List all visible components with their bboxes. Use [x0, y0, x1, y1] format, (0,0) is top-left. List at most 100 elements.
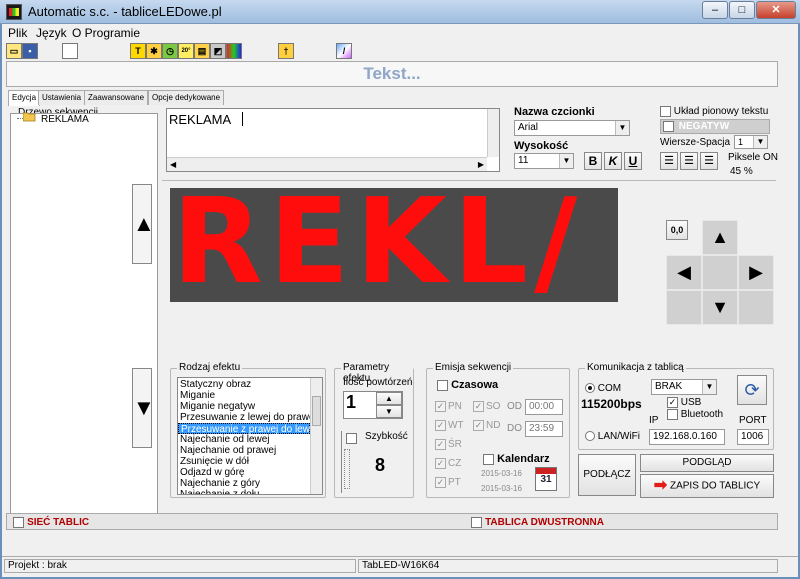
effect-list-item[interactable]: Miganie — [178, 390, 310, 401]
calendar-option[interactable]: Kalendarz — [483, 453, 550, 465]
timed-checkbox[interactable] — [437, 379, 448, 391]
day-checkbox[interactable]: ✓ — [435, 439, 446, 450]
from-time-input[interactable]: 00:00 — [525, 399, 563, 415]
move-left-button[interactable]: ◀ — [666, 255, 702, 290]
blank-icon[interactable] — [62, 43, 78, 59]
day-option[interactable]: ✓ PT — [435, 477, 461, 488]
day-option[interactable]: ✓ WT — [435, 420, 464, 431]
speed-track[interactable] — [344, 449, 350, 489]
editor-scrollbar-h[interactable]: ◀ ▶ — [167, 157, 487, 171]
editor-text[interactable]: REKLAMA — [169, 112, 231, 127]
effect-icon[interactable]: ✱ — [146, 43, 162, 59]
timed-option[interactable]: Czasowa — [437, 379, 498, 391]
color-icon[interactable] — [226, 43, 242, 59]
day-checkbox[interactable]: ✓ — [435, 458, 446, 469]
to-time-input[interactable]: 23:59 — [525, 421, 563, 437]
day-option[interactable]: ✓ CZ — [435, 458, 461, 469]
double-sided-option[interactable]: TABLICA DWUSTRONNA — [471, 516, 604, 528]
bluetooth-option[interactable]: Bluetooth — [667, 409, 723, 420]
usb-checkbox[interactable]: ✓ — [667, 397, 678, 408]
day-checkbox[interactable]: ✓ — [435, 477, 446, 488]
port-input[interactable]: 1006 — [737, 429, 769, 445]
effect-list-item[interactable]: Przesuwanie z prawej do lewej — [178, 423, 318, 435]
origin-button[interactable]: 0,0 — [666, 220, 688, 240]
network-option[interactable]: SIEĆ TABLIC — [13, 516, 89, 528]
connect-button[interactable]: PODŁĄCZ — [578, 454, 636, 496]
chevron-down-icon[interactable]: ▼ — [702, 380, 716, 394]
speed-slider[interactable] — [341, 431, 357, 493]
scroll-thumb[interactable] — [312, 396, 321, 426]
move-down-button[interactable]: ▼ — [702, 290, 738, 325]
effect-list[interactable]: Statyczny obraz Miganie Miganie negatyw Prz… — [177, 377, 323, 495]
effect-list-item[interactable]: Najechanie z góry — [178, 478, 310, 489]
move-right-button[interactable]: ▶ — [738, 255, 774, 290]
calendar-icon[interactable]: 31 — [535, 467, 557, 491]
tab-ustawienia[interactable]: Ustawienia — [38, 90, 86, 105]
day-checkbox[interactable]: ✓ — [473, 420, 484, 431]
chevron-down-icon[interactable]: ▼ — [753, 136, 767, 148]
effect-list-scrollbar[interactable] — [310, 378, 322, 494]
effect-list-item[interactable]: Statyczny obraz — [178, 379, 310, 390]
save-icon[interactable]: ▪ — [22, 43, 38, 59]
menu-plik[interactable]: Plik — [8, 26, 27, 40]
day-option[interactable]: ✓ PN — [435, 401, 462, 412]
day-option[interactable]: ✓ ŚR — [435, 439, 462, 450]
preview-button[interactable]: PODGLĄD — [640, 454, 774, 472]
com-option[interactable]: COM — [585, 383, 621, 394]
font-name-select[interactable]: Arial ▼ — [514, 120, 630, 136]
chevron-down-icon[interactable]: ▼ — [559, 154, 573, 168]
sequence-tree[interactable]: REKLAMA — [10, 112, 158, 525]
calendar-checkbox[interactable] — [483, 453, 494, 465]
sequence-down-button[interactable]: ▼ — [132, 368, 155, 448]
scroll-left-icon[interactable]: ◀ — [170, 160, 176, 169]
effect-list-item[interactable]: Odjazd w górę — [178, 467, 310, 478]
repeat-up-button[interactable]: ▲ — [376, 392, 402, 405]
repeat-down-button[interactable]: ▼ — [376, 405, 402, 418]
row-spacing-select[interactable]: 1 ▼ — [734, 135, 768, 149]
com-radio[interactable] — [585, 383, 595, 394]
image-icon[interactable]: ◩ — [210, 43, 226, 59]
lan-option[interactable]: LAN/WiFi — [585, 431, 640, 442]
effect-list-item[interactable]: Miganie negatyw — [178, 401, 310, 412]
effect-list-item[interactable]: Najechanie od lewej — [178, 434, 310, 445]
underline-button[interactable]: U — [624, 152, 642, 170]
effect-list-item[interactable]: Zsunięcie w dół — [178, 456, 310, 467]
double-sided-checkbox[interactable] — [471, 516, 482, 528]
new-file-icon[interactable]: ▭ — [6, 43, 22, 59]
vertical-layout-option[interactable]: Układ pionowy tekstu — [660, 106, 768, 117]
temperature-icon[interactable]: 20° — [178, 43, 194, 59]
editor-scrollbar-v[interactable] — [487, 109, 499, 157]
com-port-select[interactable]: BRAK ▼ — [651, 379, 717, 395]
align-center-button[interactable]: ☰ — [680, 152, 698, 170]
close-button[interactable]: ✕ — [756, 1, 796, 19]
day-checkbox[interactable]: ✓ — [435, 420, 446, 431]
usb-option[interactable]: ✓ USB — [667, 397, 701, 408]
refresh-button[interactable]: ⟳ — [737, 375, 767, 405]
day-checkbox[interactable]: ✓ — [473, 401, 484, 412]
tab-opcje-dedykowane[interactable]: Opcje dedykowane — [148, 90, 225, 105]
tree-item-reklama[interactable]: REKLAMA — [41, 114, 89, 125]
bold-button[interactable]: B — [584, 152, 602, 170]
scroll-right-icon[interactable]: ▶ — [478, 160, 484, 169]
bluetooth-checkbox[interactable] — [667, 409, 678, 420]
date-icon[interactable]: ▤ — [194, 43, 210, 59]
chevron-down-icon[interactable]: ▼ — [615, 121, 629, 135]
italic-button[interactable]: K — [604, 152, 622, 170]
day-option[interactable]: ✓ ND — [473, 420, 500, 431]
text-tool-icon[interactable]: T — [130, 43, 146, 59]
day-option[interactable]: ✓ SO — [473, 401, 500, 412]
network-checkbox[interactable] — [13, 516, 24, 528]
tab-edycja[interactable]: Edycja — [8, 90, 41, 106]
lan-radio[interactable] — [585, 431, 595, 442]
day-checkbox[interactable]: ✓ — [435, 401, 446, 412]
menu-o-programie[interactable]: O Programie — [72, 26, 140, 40]
effect-list-item[interactable]: Najechanie od prawej — [178, 445, 310, 456]
sequence-up-button[interactable]: ▲ — [132, 184, 155, 264]
tab-zaawansowane[interactable]: Zaawansowane — [84, 90, 149, 105]
effect-list-item[interactable]: Przesuwanie z lewej do prawej — [178, 412, 317, 423]
align-left-button[interactable]: ☰ — [660, 152, 678, 170]
maximize-button[interactable]: □ — [729, 1, 755, 19]
app-icon[interactable] — [6, 4, 22, 20]
font-size-select[interactable]: 11 ▼ — [514, 153, 574, 169]
menu-jezyk[interactable]: Język — [36, 26, 67, 40]
